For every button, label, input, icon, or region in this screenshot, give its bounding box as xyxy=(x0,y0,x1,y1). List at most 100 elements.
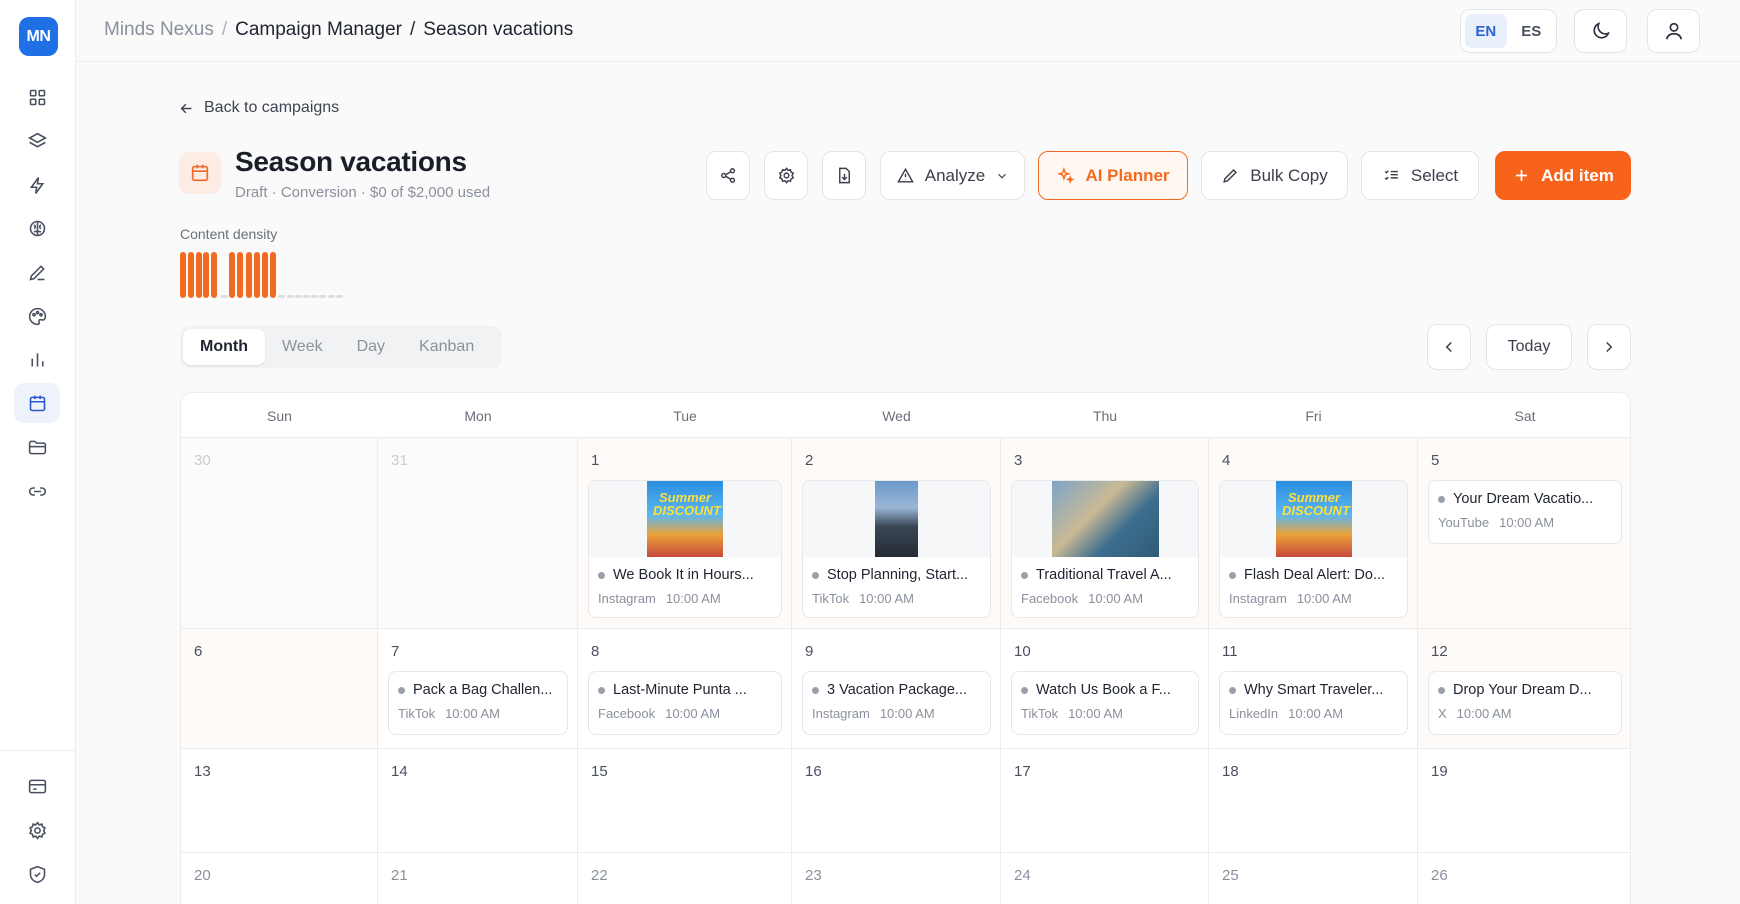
day-number: 26 xyxy=(1431,867,1448,884)
post-card[interactable]: Your Dream Vacatio... YouTube 10:00 AM xyxy=(1428,480,1622,544)
post-title-text: Drop Your Dream D... xyxy=(1453,682,1592,698)
today-button[interactable]: Today xyxy=(1486,324,1572,370)
day-number: 11 xyxy=(1222,643,1238,660)
post-platform: Facebook xyxy=(1021,591,1079,606)
status-dot xyxy=(812,571,819,579)
post-platform: Instagram xyxy=(812,706,870,721)
sidebar-item-write[interactable] xyxy=(14,252,60,292)
status-dot xyxy=(1021,686,1028,694)
post-title: Pack a Bag Challen... xyxy=(398,682,552,698)
post-title: We Book It in Hours... xyxy=(598,567,754,583)
sidebar-item-ai[interactable] xyxy=(14,208,60,248)
day-number: 22 xyxy=(591,867,608,884)
day-number: 8 xyxy=(591,643,600,660)
sidebar-item-dashboard[interactable] xyxy=(14,77,60,117)
back-to-campaigns-link[interactable]: Back to campaigns xyxy=(178,99,339,117)
post-card[interactable]: Last-Minute Punta ... Facebook 10:00 AM xyxy=(588,671,782,735)
calendar-day-cell[interactable]: 24 xyxy=(1001,853,1209,904)
breadcrumb-root[interactable]: Minds Nexus xyxy=(104,19,214,41)
calendar-day-cell[interactable]: 17 xyxy=(1001,749,1209,853)
weekday-label: Sat xyxy=(1514,408,1536,424)
tab-month[interactable]: Month xyxy=(183,329,265,365)
post-platform: YouTube xyxy=(1438,515,1490,530)
post-card[interactable]: Traditional Travel A... Facebook 10:00 AM xyxy=(1011,480,1199,618)
next-month-button[interactable] xyxy=(1587,324,1631,370)
post-card[interactable]: Pack a Bag Challen... TikTok 10:00 AM xyxy=(388,671,568,735)
bulk-copy-button[interactable]: Bulk Copy xyxy=(1201,151,1348,200)
calendar-day-cell[interactable]: 23 xyxy=(792,853,1001,904)
post-title: Flash Deal Alert: Do... xyxy=(1229,567,1385,583)
post-meta: Facebook 10:00 AM xyxy=(1021,591,1143,606)
status-dot xyxy=(598,686,605,694)
top-bar: Minds Nexus / Campaign Manager / Season … xyxy=(76,0,1740,62)
status-dot xyxy=(398,686,405,694)
sidebar-item-files[interactable] xyxy=(14,427,60,467)
sidebar-item-links[interactable] xyxy=(14,471,60,511)
share-button[interactable] xyxy=(706,151,750,200)
sidebar-item-calendar[interactable] xyxy=(14,383,60,423)
calendar-day-cell[interactable]: 20 xyxy=(181,853,378,904)
calendar-day-cell[interactable]: 22 xyxy=(578,853,792,904)
post-title-text: Flash Deal Alert: Do... xyxy=(1244,567,1386,583)
calendar-day-cell[interactable]: 25 xyxy=(1209,853,1418,904)
calendar-day-cell[interactable]: 19 xyxy=(1418,749,1630,853)
post-card[interactable]: Why Smart Traveler... LinkedIn 10:00 AM xyxy=(1219,671,1408,735)
calendar-day-cell[interactable]: 26 xyxy=(1418,853,1630,904)
sidebar-item-analytics[interactable] xyxy=(14,339,60,379)
post-card[interactable]: Stop Planning, Start... TikTok 10:00 AM xyxy=(802,480,991,618)
density-bar xyxy=(188,252,194,298)
lang-es-button[interactable]: ES xyxy=(1511,14,1553,48)
density-bar xyxy=(303,295,310,298)
calendar-day-cell[interactable]: 18 xyxy=(1209,749,1418,853)
post-card[interactable]: Summer DISCOUNT Flash Deal Alert: Do... In… xyxy=(1219,480,1408,618)
status-dot xyxy=(1021,571,1028,579)
post-card[interactable]: 3 Vacation Package... Instagram 10:00 AM xyxy=(802,671,991,735)
calendar-day-cell[interactable]: 31 xyxy=(378,438,578,629)
sidebar-item-settings[interactable] xyxy=(14,810,60,850)
calendar-day-cell[interactable]: 21 xyxy=(378,853,578,904)
lang-en-button[interactable]: EN xyxy=(1465,14,1507,48)
post-card[interactable]: Drop Your Dream D... X 10:00 AM xyxy=(1428,671,1622,735)
sidebar-item-layers[interactable] xyxy=(14,121,60,161)
tab-day[interactable]: Day xyxy=(340,329,402,365)
select-button[interactable]: Select xyxy=(1361,151,1479,200)
tab-kanban[interactable]: Kanban xyxy=(402,329,491,365)
tab-week[interactable]: Week xyxy=(265,329,340,365)
post-meta: LinkedIn 10:00 AM xyxy=(1229,706,1343,721)
calendar-day-cell[interactable]: 6 xyxy=(181,629,378,749)
post-card[interactable]: Watch Us Book a F... TikTok 10:00 AM xyxy=(1011,671,1199,735)
content-density-chart xyxy=(180,252,440,298)
sidebar-item-brand[interactable] xyxy=(14,296,60,336)
density-bar xyxy=(221,295,228,298)
ai-planner-button[interactable]: AI Planner xyxy=(1038,151,1188,200)
post-meta: YouTube 10:00 AM xyxy=(1438,515,1554,530)
post-platform: Instagram xyxy=(1229,591,1287,606)
analyze-button[interactable]: Analyze xyxy=(880,151,1025,200)
add-item-button[interactable]: Add item xyxy=(1495,151,1631,200)
calendar-day-cell[interactable]: 15 xyxy=(578,749,792,853)
theme-toggle-button[interactable] xyxy=(1574,9,1627,53)
today-label: Today xyxy=(1507,338,1551,355)
calendar-day-cell[interactable]: 16 xyxy=(792,749,1001,853)
post-title: 3 Vacation Package... xyxy=(812,682,967,698)
day-number: 9 xyxy=(805,643,814,660)
sidebar-item-automation[interactable] xyxy=(14,165,60,205)
calendar-day-cell[interactable]: 30 xyxy=(181,438,378,629)
day-number: 15 xyxy=(591,763,608,780)
sidebar-item-billing[interactable] xyxy=(14,766,60,806)
card-icon xyxy=(28,779,46,793)
palette-icon xyxy=(28,307,46,325)
select-label: Select xyxy=(1410,165,1459,185)
day-number: 16 xyxy=(805,763,822,780)
bulk-copy-label: Bulk Copy xyxy=(1250,165,1328,185)
post-card[interactable]: Summer DISCOUNT We Book It in Hours... Ins… xyxy=(588,480,782,618)
calendar-day-cell[interactable]: 14 xyxy=(378,749,578,853)
prev-month-button[interactable] xyxy=(1427,324,1471,370)
campaign-settings-button[interactable] xyxy=(764,151,808,200)
user-menu-button[interactable] xyxy=(1647,9,1700,53)
brand-logo[interactable]: MN xyxy=(19,17,58,56)
breadcrumb-section[interactable]: Campaign Manager xyxy=(235,19,402,41)
calendar-day-cell[interactable]: 13 xyxy=(181,749,378,853)
sidebar-item-security[interactable] xyxy=(14,854,60,894)
export-button[interactable] xyxy=(822,151,866,200)
